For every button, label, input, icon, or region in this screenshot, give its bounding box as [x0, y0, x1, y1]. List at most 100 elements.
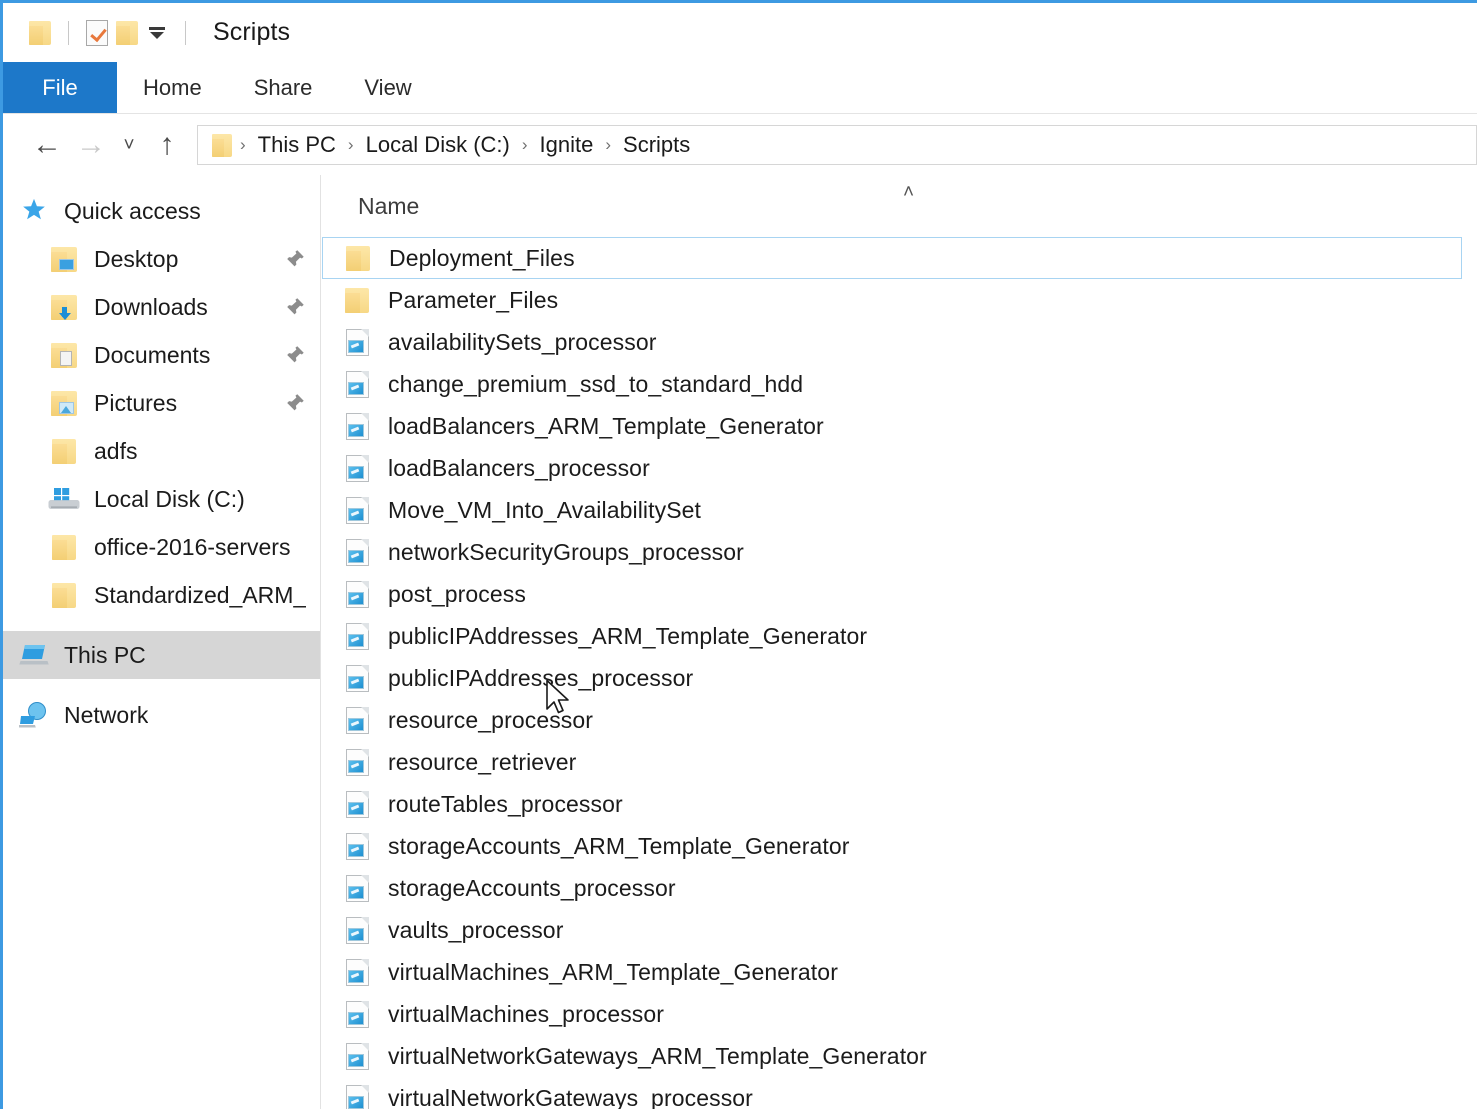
- sidebar-item-adfs[interactable]: adfs: [3, 427, 320, 475]
- sidebar-item-label: Pictures: [94, 390, 177, 417]
- file-list-item[interactable]: Move_VM_Into_AvailabilitySet: [322, 489, 1477, 531]
- sidebar-item-quick-access[interactable]: Quick access: [3, 187, 320, 235]
- file-list-item[interactable]: resource_processor: [322, 699, 1477, 741]
- file-list-item[interactable]: Parameter_Files: [322, 279, 1477, 321]
- file-name-label: vaults_processor: [388, 917, 563, 944]
- sidebar-item-standardized-arm[interactable]: Standardized_ARM_: [3, 571, 320, 619]
- script-file-icon: [342, 957, 372, 987]
- script-file-icon: [342, 747, 372, 777]
- pin-icon[interactable]: [284, 248, 306, 270]
- customize-dropdown-icon[interactable]: [142, 18, 172, 48]
- breadcrumb-item-this-pc[interactable]: This PC: [254, 132, 340, 158]
- tab-share[interactable]: Share: [228, 62, 339, 114]
- script-file-icon: [342, 537, 372, 567]
- breadcrumb-folder-icon: [212, 134, 232, 157]
- breadcrumb-separator: ›: [340, 135, 362, 155]
- file-list-item[interactable]: virtualMachines_ARM_Template_Generator: [322, 951, 1477, 993]
- script-file-icon: [342, 873, 372, 903]
- file-list-item[interactable]: networkSecurityGroups_processor: [322, 531, 1477, 573]
- script-file-icon: [342, 705, 372, 735]
- script-file-icon: [342, 1041, 372, 1071]
- file-name-label: loadBalancers_processor: [388, 455, 650, 482]
- file-name-label: virtualNetworkGateways_ARM_Template_Gene…: [388, 1043, 927, 1070]
- pin-icon[interactable]: [284, 344, 306, 366]
- file-list-item[interactable]: loadBalancers_processor: [322, 447, 1477, 489]
- properties-icon[interactable]: [82, 18, 112, 48]
- pin-icon[interactable]: [284, 392, 306, 414]
- breadcrumb[interactable]: › This PC › Local Disk (C:) › Ignite › S…: [197, 125, 1477, 165]
- file-list-item[interactable]: resource_retriever: [322, 741, 1477, 783]
- file-list-item[interactable]: vaults_processor: [322, 909, 1477, 951]
- toolbar-divider: [68, 21, 69, 45]
- sidebar-item-pictures[interactable]: Pictures: [3, 379, 320, 427]
- folder-icon: [47, 434, 81, 468]
- file-list-item[interactable]: change_premium_ssd_to_standard_hdd: [322, 363, 1477, 405]
- address-bar: ← → ˅ ↑ › This PC › Local Disk (C:) › Ig…: [3, 115, 1477, 175]
- folder-icon: [47, 530, 81, 564]
- sidebar-item-network[interactable]: Network: [3, 691, 320, 739]
- file-name-label: post_process: [388, 581, 526, 608]
- file-list-item[interactable]: publicIPAddresses_processor: [322, 657, 1477, 699]
- script-file-icon: [342, 831, 372, 861]
- file-list-item[interactable]: virtualNetworkGateways_processor: [322, 1077, 1477, 1109]
- script-file-icon: [342, 789, 372, 819]
- breadcrumb-item-scripts[interactable]: Scripts: [619, 132, 694, 158]
- column-header-name[interactable]: Name: [358, 193, 419, 220]
- sidebar-item-label: Desktop: [94, 246, 178, 273]
- file-name-label: publicIPAddresses_ARM_Template_Generator: [388, 623, 867, 650]
- sidebar-item-office-2016-servers[interactable]: office-2016-servers: [3, 523, 320, 571]
- sidebar-item-local-disk-c[interactable]: Local Disk (C:): [3, 475, 320, 523]
- file-list-item[interactable]: publicIPAddresses_ARM_Template_Generator: [322, 615, 1477, 657]
- file-list-item[interactable]: storageAccounts_processor: [322, 867, 1477, 909]
- script-file-icon: [342, 327, 372, 357]
- file-list-item[interactable]: virtualMachines_processor: [322, 993, 1477, 1035]
- explorer-window: Scripts File Home Share View ← → ˅ ↑ › T…: [0, 0, 1477, 1109]
- sidebar-item-label: office-2016-servers: [94, 534, 290, 561]
- folder-icon: [343, 243, 373, 273]
- file-name-label: virtualMachines_ARM_Template_Generator: [388, 959, 838, 986]
- file-list-item[interactable]: virtualNetworkGateways_ARM_Template_Gene…: [322, 1035, 1477, 1077]
- nav-spacer: [3, 619, 320, 631]
- file-list-item[interactable]: availabilitySets_processor: [322, 321, 1477, 363]
- column-header-row: Name ˄: [322, 175, 1477, 237]
- breadcrumb-item-ignite[interactable]: Ignite: [536, 132, 598, 158]
- ribbon-tab-bar: File Home Share View: [3, 62, 1477, 114]
- sidebar-item-downloads[interactable]: Downloads: [3, 283, 320, 331]
- sidebar-item-label: Documents: [94, 342, 210, 369]
- toolbar-divider-2: [185, 21, 186, 45]
- script-file-icon: [342, 999, 372, 1029]
- tab-file[interactable]: File: [3, 62, 117, 114]
- folder-icon[interactable]: [25, 18, 55, 48]
- sidebar-item-label: adfs: [94, 438, 137, 465]
- tab-home[interactable]: Home: [117, 62, 228, 114]
- sidebar-item-this-pc[interactable]: This PC: [3, 631, 320, 679]
- file-list-item[interactable]: post_process: [322, 573, 1477, 615]
- network-icon: [17, 698, 51, 732]
- up-button[interactable]: ↑: [145, 123, 189, 167]
- script-file-icon: [342, 915, 372, 945]
- folder-desktop-icon: [47, 242, 81, 276]
- file-list-item[interactable]: storageAccounts_ARM_Template_Generator: [322, 825, 1477, 867]
- sidebar-item-label: Network: [64, 702, 148, 729]
- file-list-item[interactable]: Deployment_Files: [322, 237, 1462, 279]
- file-name-label: virtualMachines_processor: [388, 1001, 664, 1028]
- file-list-item[interactable]: loadBalancers_ARM_Template_Generator: [322, 405, 1477, 447]
- star-icon: [17, 194, 51, 228]
- sort-ascending-icon[interactable]: ˄: [903, 183, 914, 202]
- forward-button[interactable]: →: [69, 123, 113, 167]
- sidebar-item-label: This PC: [64, 642, 146, 669]
- sidebar-item-label: Local Disk (C:): [94, 486, 245, 513]
- sidebar-item-desktop[interactable]: Desktop: [3, 235, 320, 283]
- file-list-item[interactable]: routeTables_processor: [322, 783, 1477, 825]
- script-file-icon: [342, 1083, 372, 1109]
- back-button[interactable]: ←: [25, 123, 69, 167]
- tab-view[interactable]: View: [338, 62, 437, 114]
- breadcrumb-item-local-disk[interactable]: Local Disk (C:): [362, 132, 514, 158]
- file-list-pane: Name ˄ Deployment_FilesParameter_Filesav…: [322, 175, 1477, 1109]
- new-folder-icon[interactable]: [112, 18, 142, 48]
- file-name-label: change_premium_ssd_to_standard_hdd: [388, 371, 803, 398]
- pin-icon[interactable]: [284, 296, 306, 318]
- recent-locations-button[interactable]: ˅: [113, 123, 145, 167]
- sidebar-item-documents[interactable]: Documents: [3, 331, 320, 379]
- folder-downloads-icon: [47, 290, 81, 324]
